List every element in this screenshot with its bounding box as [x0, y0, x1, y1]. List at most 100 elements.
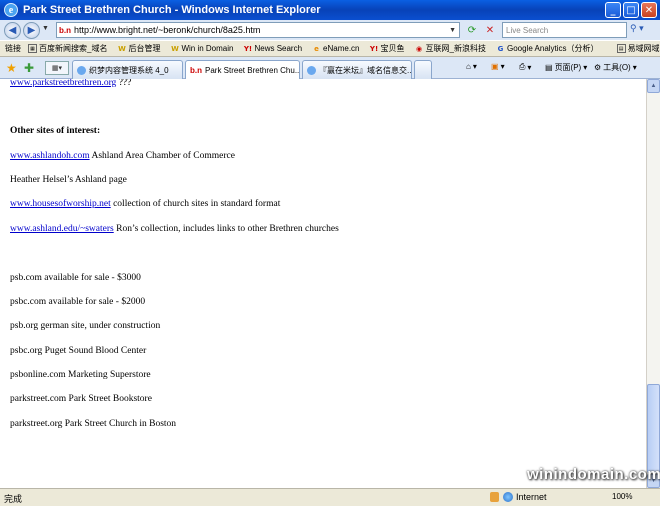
print-icon: ⎙: [519, 62, 526, 71]
ie-page-icon: [307, 65, 316, 75]
tab-label: 『赢在米坛』域名信息交...: [319, 65, 412, 75]
stop-icon[interactable]: ✕: [483, 23, 497, 37]
security-zone[interactable]: Internet: [503, 492, 547, 502]
dropdown-icon: ▾: [527, 62, 532, 72]
maximize-button[interactable]: □: [623, 2, 639, 18]
other-sites-heading: Other sites of interest:: [10, 126, 101, 136]
globe-icon: [503, 492, 513, 502]
link-description: Ron’s collection, includes links to othe…: [116, 224, 339, 234]
minimize-button[interactable]: _: [605, 2, 621, 18]
page-menu-label: 页面(P): [554, 63, 582, 72]
link-label: 易域网域名论坛: [627, 44, 660, 53]
new-tab-button[interactable]: [414, 60, 432, 79]
watermark: winindomain.com: [527, 466, 660, 483]
vertical-scrollbar[interactable]: ▲ ▼: [646, 79, 660, 488]
rss-icon: ▣: [491, 62, 499, 71]
quick-tabs-icon[interactable]: ▦▾: [45, 61, 69, 75]
link-google-analytics[interactable]: G Google Analytics（分析）: [496, 43, 599, 54]
tab-label: 织梦内容管理系统 4_0: [89, 65, 169, 75]
ashland-page-text: Heather Helsel’s Ashland page: [10, 175, 127, 185]
link-news-search[interactable]: Y! News Search: [243, 44, 302, 53]
print-button[interactable]: ⎙ ▾: [519, 62, 531, 72]
link-sina-tech[interactable]: ◉ 互联网_新浪科技: [415, 43, 486, 54]
link-label: 互联网_新浪科技: [425, 44, 486, 53]
title-bar: e Park Street Brethren Church - Windows …: [0, 0, 660, 20]
link-ename[interactable]: e eName.cn: [312, 44, 359, 53]
dropdown-icon: ▾: [583, 63, 588, 72]
refresh-icon[interactable]: ⟳: [465, 23, 479, 37]
suffix-text: ???: [118, 79, 132, 88]
tools-menu[interactable]: ⚙ 工具(O) ▾: [594, 62, 637, 73]
link-win-in-domain[interactable]: W Win in Domain: [170, 44, 233, 53]
add-favorite-icon[interactable]: ✚: [24, 61, 34, 75]
link-label: 后台管理: [128, 44, 161, 53]
forward-button[interactable]: ▶: [23, 22, 40, 39]
ename-icon: e: [314, 44, 319, 53]
gear-icon: ⚙: [594, 63, 602, 72]
domain-item: psbc.org Puget Sound Blood Center: [10, 346, 147, 356]
content-line: www.housesofworship.net collection of ch…: [10, 199, 280, 209]
zoom-level[interactable]: 100%: [612, 492, 632, 501]
link-description: collection of church sites in standard f…: [113, 199, 281, 209]
window-title: Park Street Brethren Church - Windows In…: [23, 4, 321, 16]
link-admin[interactable]: W 后台管理: [117, 43, 160, 54]
security-icon: [490, 492, 499, 502]
search-placeholder: Live Search: [506, 25, 549, 35]
link-label: eName.cn: [323, 44, 360, 53]
content-line: www.ashland.edu/~swaters Ron’s collectio…: [10, 224, 339, 234]
close-button[interactable]: ✕: [641, 2, 657, 18]
search-button[interactable]: ⚲ ▾: [630, 23, 650, 37]
ashland-edu-link[interactable]: www.ashland.edu/~swaters: [10, 224, 114, 234]
address-toolbar: ◀ ▶ ▼ b.n http://www.bright.net/~beronk/…: [0, 20, 660, 40]
favorites-star-icon[interactable]: ★: [6, 61, 17, 75]
tab-bar: ★ ✚ ▦▾ 织梦内容管理系统 4_0 b.n Park Street Bret…: [0, 57, 660, 79]
site-favicon-icon: b.n: [190, 65, 202, 75]
forward-arrow-icon: ▶: [27, 25, 36, 36]
back-button[interactable]: ◀: [4, 22, 21, 39]
address-url[interactable]: http://www.bright.net/~beronk/church/8a2…: [74, 25, 260, 35]
link-baobeiyu[interactable]: Y! 宝贝鱼: [370, 43, 405, 54]
ie-page-icon: [77, 65, 86, 75]
link-label: 宝贝鱼: [380, 44, 405, 53]
home-button[interactable]: ⌂ ▾: [466, 62, 477, 71]
scroll-up-arrow-icon[interactable]: ▲: [647, 79, 660, 93]
tab-label: Park Street Brethren Chu...: [205, 65, 300, 75]
status-text: 完成: [4, 494, 23, 504]
yahoo-icon: Y!: [243, 44, 253, 53]
tools-menu-label: 工具(O): [603, 63, 631, 72]
link-description: Ashland Area Chamber of Commerce: [91, 151, 235, 161]
links-bar: 链接 ▦ 百度新闻搜索_域名 W 后台管理 W Win in Domain Y! New…: [0, 40, 660, 57]
scroll-thumb[interactable]: [647, 384, 660, 473]
domain-item: psbc.com available for sale - $2000: [10, 297, 146, 307]
address-field[interactable]: b.n http://www.bright.net/~beronk/church…: [56, 22, 460, 38]
history-dropdown-icon[interactable]: ▼: [42, 25, 49, 32]
link-domain-forum[interactable]: ▤易域网域名论坛: [616, 43, 660, 54]
link-baidu-news[interactable]: ▦ 百度新闻搜索_域名: [28, 43, 107, 54]
tab-domain-forum[interactable]: 『赢在米坛』域名信息交...: [302, 60, 412, 79]
tab-park-street[interactable]: b.n Park Street Brethren Chu... ✕: [185, 60, 300, 79]
w-icon: W: [118, 44, 126, 53]
links-label: 链接: [5, 44, 21, 53]
dropdown-icon: ▾: [472, 62, 477, 71]
back-arrow-icon: ◀: [8, 25, 17, 36]
tab-dedecms[interactable]: 织梦内容管理系统 4_0: [72, 60, 183, 79]
page-menu[interactable]: ▤ 页面(P) ▾: [545, 62, 587, 73]
link-label: Win in Domain: [181, 44, 234, 53]
home-icon: ⌂: [466, 62, 471, 71]
page-icon: ▤: [545, 63, 553, 72]
ashlandoh-link[interactable]: www.ashlandoh.com: [10, 151, 90, 161]
google-icon: G: [497, 44, 504, 53]
address-dropdown-icon[interactable]: ▼: [449, 27, 456, 34]
domain-item: parkstreet.com Park Street Bookstore: [10, 394, 152, 404]
feeds-button[interactable]: ▣ ▾: [491, 62, 505, 71]
domain-item: parkstreet.org Park Street Church in Bos…: [10, 419, 177, 429]
baidu-icon: ▦: [28, 44, 37, 53]
dropdown-icon: ▾: [632, 63, 637, 72]
content-line: www.ashlandoh.com Ashland Area Chamber o…: [10, 151, 235, 161]
link-label: 百度新闻搜索_域名: [39, 44, 108, 53]
window-controls: _ □ ✕: [605, 2, 657, 18]
domain-item: psb.com available for sale - $3000: [10, 273, 141, 283]
search-input[interactable]: Live Search: [502, 22, 627, 38]
parkstreet-brethren-link[interactable]: www.parkstreetbrethren.org: [10, 79, 116, 88]
housesofworship-link[interactable]: www.housesofworship.net: [10, 199, 111, 209]
